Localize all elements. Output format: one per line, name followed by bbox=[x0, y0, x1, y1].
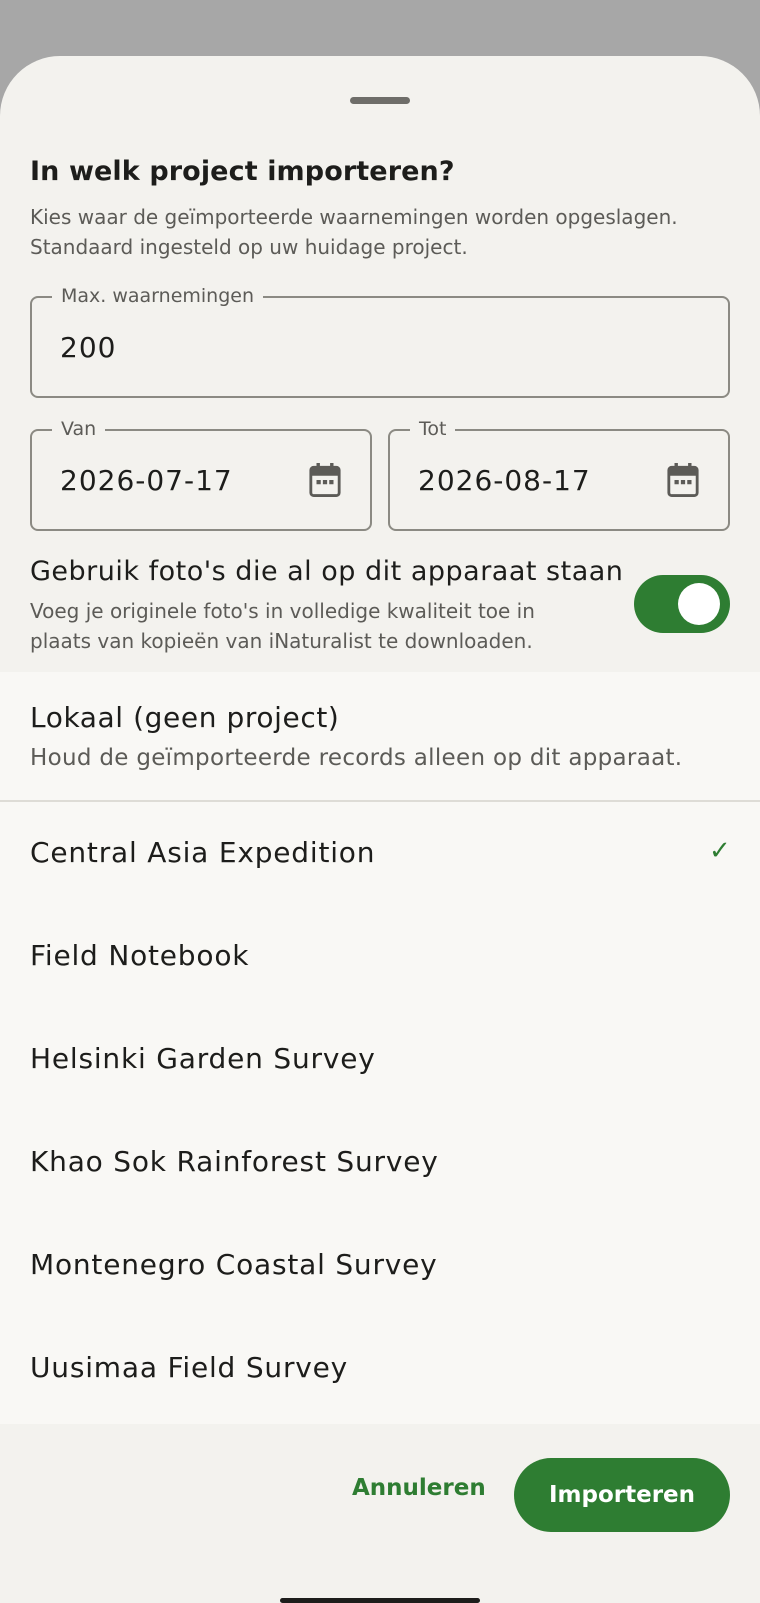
check-icon: ✓ bbox=[709, 836, 731, 866]
gesture-nav-bar[interactable] bbox=[280, 1598, 480, 1603]
project-item[interactable]: Field Notebook bbox=[0, 905, 760, 1008]
date-from-value[interactable]: 2026-07-17 bbox=[60, 464, 233, 497]
dialog-title: In welk project importeren? bbox=[30, 156, 455, 187]
project-item[interactable]: Central Asia Expedition ✓ bbox=[0, 802, 760, 905]
local-option[interactable]: Lokaal (geen project) Houd de geïmportee… bbox=[0, 672, 760, 802]
project-name: Montenegro Coastal Survey bbox=[30, 1248, 438, 1281]
local-option-title: Lokaal (geen project) bbox=[30, 701, 340, 734]
local-photos-description: Voeg je originele foto's in volledige kw… bbox=[30, 599, 535, 653]
project-name: Khao Sok Rainforest Survey bbox=[30, 1145, 439, 1178]
import-bottom-sheet: In welk project importeren? Kies waar de… bbox=[0, 56, 760, 1603]
project-item[interactable]: Helsinki Garden Survey bbox=[0, 1008, 760, 1111]
cancel-button[interactable]: Annuleren bbox=[352, 1468, 486, 1508]
project-name: Helsinki Garden Survey bbox=[30, 1042, 376, 1075]
project-name: Field Notebook bbox=[30, 939, 250, 972]
local-option-description: Houd de geïmporteerde records alleen op … bbox=[30, 745, 683, 771]
max-observations-value[interactable]: 200 bbox=[60, 331, 116, 364]
project-item[interactable]: Montenegro Coastal Survey bbox=[0, 1214, 760, 1317]
date-to-field[interactable]: Tot 2026-08-17 bbox=[388, 416, 730, 531]
project-list: Lokaal (geen project) Houd de geïmportee… bbox=[0, 672, 760, 1424]
local-photos-switch[interactable] bbox=[634, 575, 730, 633]
date-to-value[interactable]: 2026-08-17 bbox=[418, 464, 591, 497]
calendar-icon[interactable] bbox=[308, 461, 342, 499]
calendar-icon[interactable] bbox=[666, 461, 700, 499]
max-observations-label: Max. waarnemingen bbox=[52, 283, 264, 309]
date-from-label: Van bbox=[52, 416, 106, 442]
switch-knob bbox=[678, 583, 720, 625]
drag-handle[interactable] bbox=[350, 97, 410, 104]
project-name: Uusimaa Field Survey bbox=[30, 1351, 349, 1384]
import-button[interactable]: Importeren bbox=[514, 1458, 730, 1532]
project-item[interactable]: Uusimaa Field Survey bbox=[0, 1317, 760, 1420]
dialog-subtitle: Kies waar de geïmporteerde waarnemingen … bbox=[30, 205, 678, 259]
local-photos-title: Gebruik foto's die al op dit apparaat st… bbox=[30, 556, 624, 587]
project-name: Central Asia Expedition bbox=[30, 836, 376, 869]
max-observations-field[interactable]: Max. waarnemingen 200 bbox=[30, 283, 730, 398]
date-to-label: Tot bbox=[410, 416, 456, 442]
project-item[interactable]: Khao Sok Rainforest Survey bbox=[0, 1111, 760, 1214]
date-from-field[interactable]: Van 2026-07-17 bbox=[30, 416, 372, 531]
